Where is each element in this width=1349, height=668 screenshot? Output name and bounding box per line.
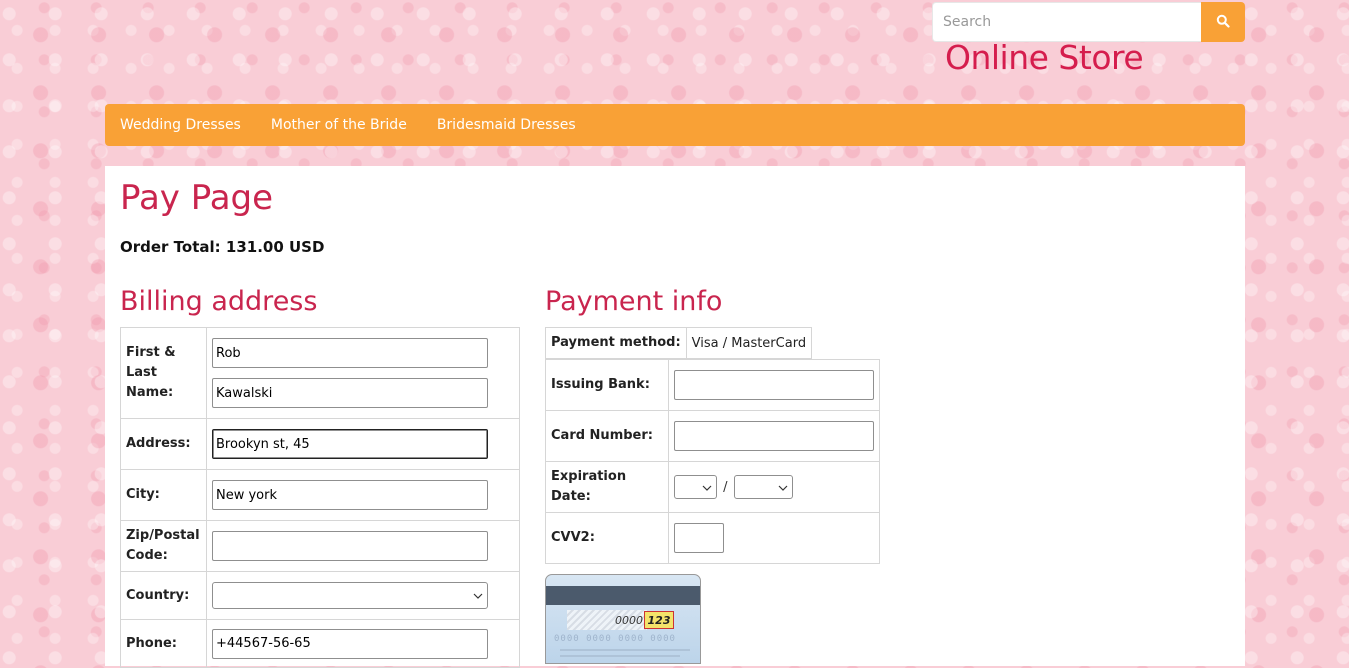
card-number-input[interactable] — [674, 421, 874, 451]
billing-form: First & Last Name: Address: City: Zip/Po… — [120, 327, 520, 668]
billing-title: Billing address — [120, 286, 318, 317]
main-content: Pay Page Order Total: 131.00 USD Billing… — [105, 166, 1245, 668]
city-label: City: — [120, 469, 207, 521]
payment-method-value: Visa / MasterCard — [685, 327, 813, 359]
country-select[interactable] — [212, 582, 488, 609]
phone-input[interactable] — [212, 628, 488, 659]
card-fine-print — [560, 649, 690, 651]
expiration-date-label: Expiration Date: — [545, 461, 669, 513]
issuing-bank-input[interactable] — [674, 370, 874, 400]
country-label: Country: — [120, 571, 207, 620]
main-nav: Wedding Dresses Mother of the Bride Brid… — [105, 104, 1245, 146]
phone-label: Phone: — [120, 619, 207, 668]
payment-method-label: Payment method: — [545, 327, 687, 359]
card-magnetic-strip — [546, 586, 700, 605]
search-button[interactable] — [1201, 2, 1245, 42]
cvv-input[interactable] — [674, 523, 724, 553]
name-label: First & Last Name: — [120, 327, 207, 419]
payment-title: Payment info — [545, 286, 723, 317]
search-input[interactable] — [932, 2, 1201, 42]
chevron-down-icon — [473, 588, 483, 603]
nav-item-bridesmaid-dresses[interactable]: Bridesmaid Dresses — [437, 117, 576, 133]
address-input[interactable] — [212, 429, 488, 459]
card-number-label: Card Number: — [545, 410, 669, 462]
city-input[interactable] — [212, 480, 488, 510]
issuing-bank-label: Issuing Bank: — [545, 359, 669, 411]
exp-year-select[interactable] — [733, 475, 793, 499]
zip-input[interactable] — [212, 531, 488, 561]
nav-item-wedding-dresses[interactable]: Wedding Dresses — [120, 117, 241, 133]
card-back-image: 0000 123 0000 0000 0000 0000 — [545, 574, 701, 664]
payment-method-table: Payment method: Visa / MasterCard — [545, 327, 813, 359]
card-digits: 0000 0000 0000 0000 — [554, 634, 676, 644]
cvv-label: CVV2: — [545, 512, 669, 564]
chevron-down-icon — [702, 480, 712, 495]
nav-item-mother-of-the-bride[interactable]: Mother of the Bride — [271, 117, 407, 133]
address-label: Address: — [120, 418, 207, 470]
zip-label: Zip/Postal Code: — [120, 520, 207, 572]
order-total: Order Total: 131.00 USD — [120, 238, 325, 256]
first-name-input[interactable] — [212, 338, 488, 368]
exp-month-select[interactable] — [674, 475, 717, 499]
card-cvv-box: 123 — [644, 611, 674, 629]
payment-form: Issuing Bank: Card Number: Expiration Da… — [545, 359, 880, 564]
card-fine-print — [560, 655, 680, 657]
exp-separator: / — [723, 479, 728, 495]
search-bar — [932, 2, 1245, 42]
search-icon — [1216, 14, 1230, 31]
store-title[interactable]: Online Store — [945, 38, 1144, 77]
card-signature-panel: 0000 — [567, 610, 647, 630]
last-name-input[interactable] — [212, 378, 488, 408]
page-title: Pay Page — [120, 178, 274, 218]
chevron-down-icon — [778, 480, 788, 495]
